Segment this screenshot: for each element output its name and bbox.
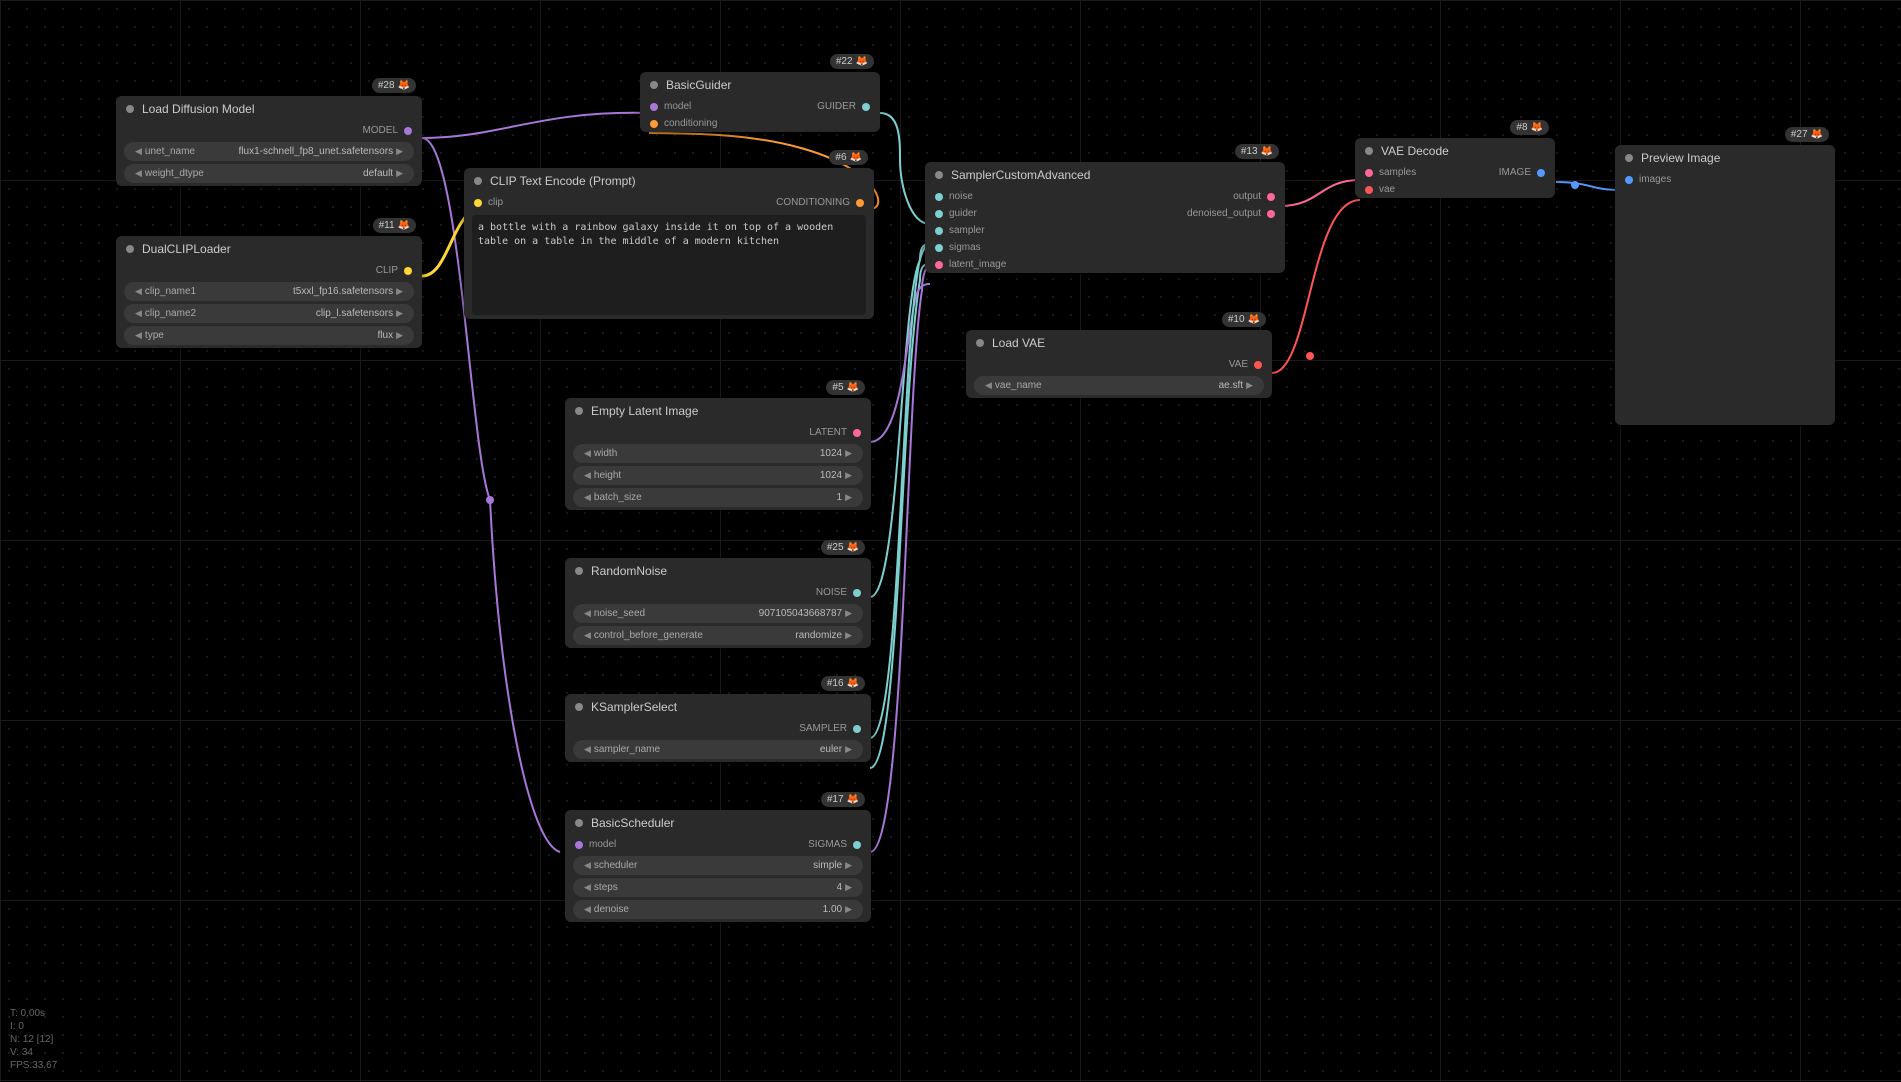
node-header[interactable]: RandomNoise xyxy=(565,558,871,584)
widget-batch-size[interactable]: ◀batch_size1▶ xyxy=(573,488,863,507)
node-badge: #28🦊 xyxy=(372,78,416,93)
node-sampler-custom-advanced[interactable]: #13🦊 SamplerCustomAdvanced noise guider … xyxy=(925,162,1285,273)
widget-noise-seed[interactable]: ◀noise_seed907105043668787▶ xyxy=(573,604,863,623)
node-badge: #17🦊 xyxy=(821,792,865,807)
node-badge: #22🦊 xyxy=(830,54,874,69)
output-sigmas[interactable]: SIGMAS xyxy=(798,836,871,853)
widget-scheduler[interactable]: ◀schedulersimple▶ xyxy=(573,856,863,875)
widget-steps[interactable]: ◀steps4▶ xyxy=(573,878,863,897)
widget-vae-name[interactable]: ◀vae_nameae.sft▶ xyxy=(974,376,1264,395)
node-badge: #6🦊 xyxy=(829,150,868,165)
node-vae-decode[interactable]: #8🦊 VAE Decode samples vae IMAGE xyxy=(1355,138,1555,198)
input-sigmas[interactable]: sigmas xyxy=(925,239,1016,256)
output-sampler[interactable]: SAMPLER xyxy=(565,720,871,737)
prompt-textarea[interactable]: a bottle with a rainbow galaxy inside it… xyxy=(472,215,866,315)
node-load-vae[interactable]: #10🦊 Load VAE VAE ◀vae_nameae.sft▶ xyxy=(966,330,1272,398)
node-basic-guider[interactable]: #22🦊 BasicGuider model conditioning GUID… xyxy=(640,72,880,132)
node-preview-image[interactable]: #27🦊 Preview Image images xyxy=(1615,145,1835,425)
widget-width[interactable]: ◀width1024▶ xyxy=(573,444,863,463)
node-header[interactable]: Load Diffusion Model xyxy=(116,96,422,122)
node-header[interactable]: BasicGuider xyxy=(640,72,880,98)
output-conditioning[interactable]: CONDITIONING xyxy=(766,194,874,211)
input-clip[interactable]: clip xyxy=(464,194,513,211)
widget-clip-name2[interactable]: ◀clip_name2clip_l.safetensors▶ xyxy=(124,304,414,323)
widget-denoise[interactable]: ◀denoise1.00▶ xyxy=(573,900,863,919)
output-clip[interactable]: CLIP xyxy=(116,262,422,279)
node-header[interactable]: Empty Latent Image xyxy=(565,398,871,424)
output-guider[interactable]: GUIDER xyxy=(807,98,880,115)
node-empty-latent-image[interactable]: #5🦊 Empty Latent Image LATENT ◀width1024… xyxy=(565,398,871,510)
input-model[interactable]: model xyxy=(565,836,626,853)
node-badge: #27🦊 xyxy=(1785,127,1829,142)
node-load-diffusion-model[interactable]: #28🦊 Load Diffusion Model MODEL ◀unet_na… xyxy=(116,96,422,186)
node-basic-scheduler[interactable]: #17🦊 BasicScheduler model SIGMAS ◀schedu… xyxy=(565,810,871,922)
input-vae[interactable]: vae xyxy=(1355,181,1426,198)
node-header[interactable]: VAE Decode xyxy=(1355,138,1555,164)
input-samples[interactable]: samples xyxy=(1355,164,1426,181)
input-latent-image[interactable]: latent_image xyxy=(925,256,1016,273)
widget-clip-name1[interactable]: ◀clip_name1t5xxl_fp16.safetensors▶ xyxy=(124,282,414,301)
input-conditioning[interactable]: conditioning xyxy=(640,115,807,132)
node-dual-clip-loader[interactable]: #11🦊 DualCLIPLoader CLIP ◀clip_name1t5xx… xyxy=(116,236,422,348)
output-output[interactable]: output xyxy=(1177,188,1285,205)
output-noise[interactable]: NOISE xyxy=(565,584,871,601)
node-badge: #11🦊 xyxy=(373,218,416,233)
widget-type[interactable]: ◀typeflux▶ xyxy=(124,326,414,345)
node-badge: #8🦊 xyxy=(1510,120,1549,135)
widget-control-before-generate[interactable]: ◀control_before_generaterandomize▶ xyxy=(573,626,863,645)
node-random-noise[interactable]: #25🦊 RandomNoise NOISE ◀noise_seed907105… xyxy=(565,558,871,648)
node-badge: #13🦊 xyxy=(1235,144,1279,159)
input-images[interactable]: images xyxy=(1615,171,1835,188)
node-header[interactable]: BasicScheduler xyxy=(565,810,871,836)
output-denoised[interactable]: denoised_output xyxy=(1177,205,1285,222)
node-badge: #25🦊 xyxy=(821,540,865,555)
node-header[interactable]: SamplerCustomAdvanced xyxy=(925,162,1285,188)
node-badge: #10🦊 xyxy=(1222,312,1266,327)
widget-unet-name[interactable]: ◀unet_nameflux1-schnell_fp8_unet.safeten… xyxy=(124,142,414,161)
widget-weight-dtype[interactable]: ◀weight_dtypedefault▶ xyxy=(124,164,414,183)
node-badge: #16🦊 xyxy=(821,676,865,691)
input-guider[interactable]: guider xyxy=(925,205,1016,222)
widget-sampler-name[interactable]: ◀sampler_nameeuler▶ xyxy=(573,740,863,759)
node-header[interactable]: Preview Image xyxy=(1615,145,1835,171)
node-header[interactable]: DualCLIPLoader xyxy=(116,236,422,262)
node-header[interactable]: KSamplerSelect xyxy=(565,694,871,720)
output-image[interactable]: IMAGE xyxy=(1489,164,1555,181)
node-clip-text-encode[interactable]: #6🦊 CLIP Text Encode (Prompt) clip CONDI… xyxy=(464,168,874,319)
node-ksampler-select[interactable]: #16🦊 KSamplerSelect SAMPLER ◀sampler_nam… xyxy=(565,694,871,762)
output-vae[interactable]: VAE xyxy=(966,356,1272,373)
input-noise[interactable]: noise xyxy=(925,188,1016,205)
node-header[interactable]: Load VAE xyxy=(966,330,1272,356)
widget-height[interactable]: ◀height1024▶ xyxy=(573,466,863,485)
node-header[interactable]: CLIP Text Encode (Prompt) xyxy=(464,168,874,194)
input-model[interactable]: model xyxy=(640,98,807,115)
debug-stats: T: 0.00s I: 0 N: 12 [12] V: 34 FPS:33,67 xyxy=(10,1007,57,1072)
input-sampler[interactable]: sampler xyxy=(925,222,1016,239)
node-badge: #5🦊 xyxy=(826,380,865,395)
output-latent[interactable]: LATENT xyxy=(565,424,871,441)
output-model[interactable]: MODEL xyxy=(116,122,422,139)
